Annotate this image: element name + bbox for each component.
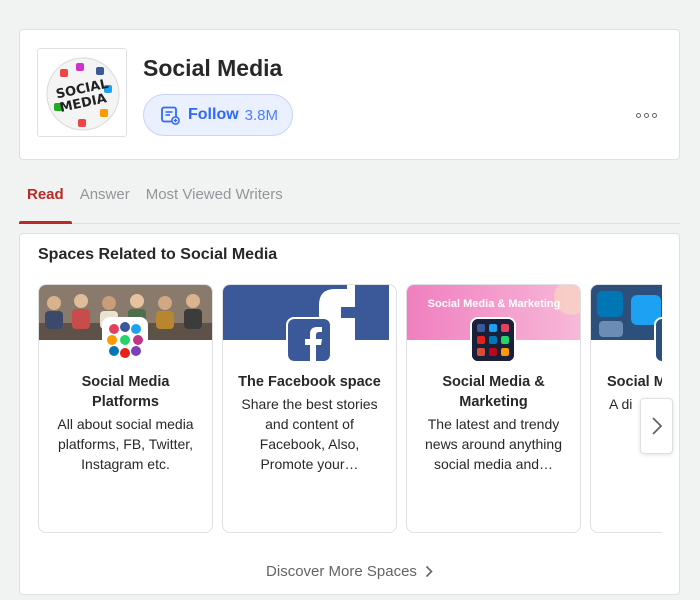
space-name: Social M bbox=[607, 374, 662, 390]
space-name: Social Media & Marketing bbox=[442, 374, 545, 410]
apps-phone-icon bbox=[470, 317, 516, 363]
follower-count: 3.8M bbox=[244, 106, 279, 124]
space-description: Share the best stories and content of Fa… bbox=[241, 396, 378, 472]
social-platforms-icon bbox=[102, 317, 148, 363]
space-card-facebook-space[interactable]: The Facebook space Share the best storie… bbox=[222, 284, 397, 533]
space-name: The Facebook space bbox=[238, 374, 381, 390]
topic-image[interactable]: SOCIAL MEDIA bbox=[37, 48, 127, 137]
cover-text: Social Media & Marketing bbox=[428, 298, 561, 310]
ellipsis-dot bbox=[651, 112, 657, 118]
ellipsis-dot bbox=[643, 112, 649, 118]
topic-tabs: Read Answer Most Viewed Writers bbox=[19, 178, 680, 224]
chevron-right-icon bbox=[651, 417, 662, 435]
tab-answer[interactable]: Answer bbox=[72, 178, 138, 224]
facebook-icon bbox=[286, 317, 332, 363]
tab-most-viewed-writers[interactable]: Most Viewed Writers bbox=[138, 178, 291, 224]
space-card-social-media-platforms[interactable]: Social Media Platforms All about social … bbox=[38, 284, 213, 533]
more-options-button[interactable] bbox=[633, 105, 659, 125]
carousel-next-button[interactable] bbox=[640, 398, 673, 454]
space-description: The latest and trendy news around anythi… bbox=[425, 416, 562, 472]
follow-button[interactable]: Follow 3.8M bbox=[143, 94, 294, 136]
discover-label: Discover More Spaces bbox=[266, 563, 417, 580]
space-description: A di bbox=[609, 396, 633, 412]
space-name: Social Media Platforms bbox=[81, 374, 170, 410]
discover-more-spaces-link[interactable]: Discover More Spaces bbox=[20, 563, 679, 580]
related-spaces-panel: Spaces Related to Social Media Social Me… bbox=[19, 233, 680, 595]
space-cover-image bbox=[591, 285, 662, 340]
topic-header-card: SOCIAL MEDIA Social Media Follow 3.8M bbox=[19, 29, 680, 160]
space-icon bbox=[654, 317, 662, 363]
space-card-social-media-marketing[interactable]: Social Media & Marketing Social Media & … bbox=[406, 284, 581, 533]
follow-label: Follow bbox=[188, 106, 239, 123]
spaces-heading: Spaces Related to Social Media bbox=[38, 246, 278, 263]
follow-icon bbox=[161, 106, 180, 125]
space-description: All about social media platforms, FB, Tw… bbox=[57, 416, 194, 472]
topic-title: Social Media bbox=[143, 55, 283, 81]
ellipsis-icon bbox=[635, 112, 641, 118]
spaces-carousel: Social Media Platforms All about social … bbox=[38, 284, 662, 534]
tab-read[interactable]: Read bbox=[19, 178, 72, 224]
chevron-right-icon bbox=[425, 565, 433, 578]
